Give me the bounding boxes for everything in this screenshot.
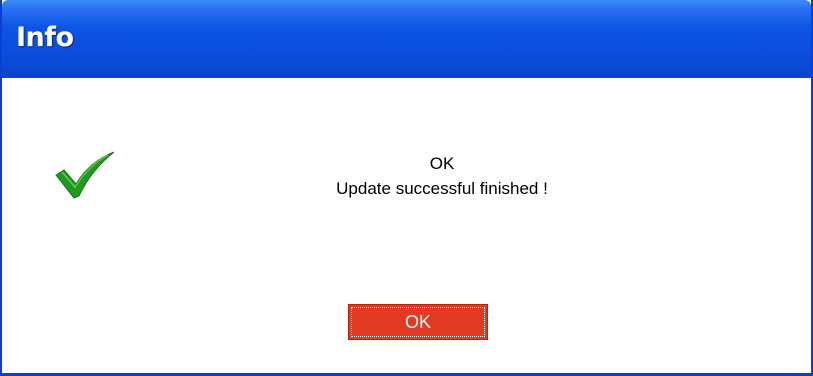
dialog-content: OK Update successful finished ! OK (2, 78, 811, 368)
info-dialog: Info OK Update successful finished ! OK (0, 0, 813, 376)
status-text: OK (429, 154, 455, 173)
title-bar[interactable]: Info (2, 0, 811, 78)
dialog-title: Info (16, 22, 74, 53)
message-text: Update successful finished ! (336, 179, 548, 198)
ok-button[interactable]: OK (348, 304, 488, 340)
checkmark-icon (55, 151, 115, 199)
